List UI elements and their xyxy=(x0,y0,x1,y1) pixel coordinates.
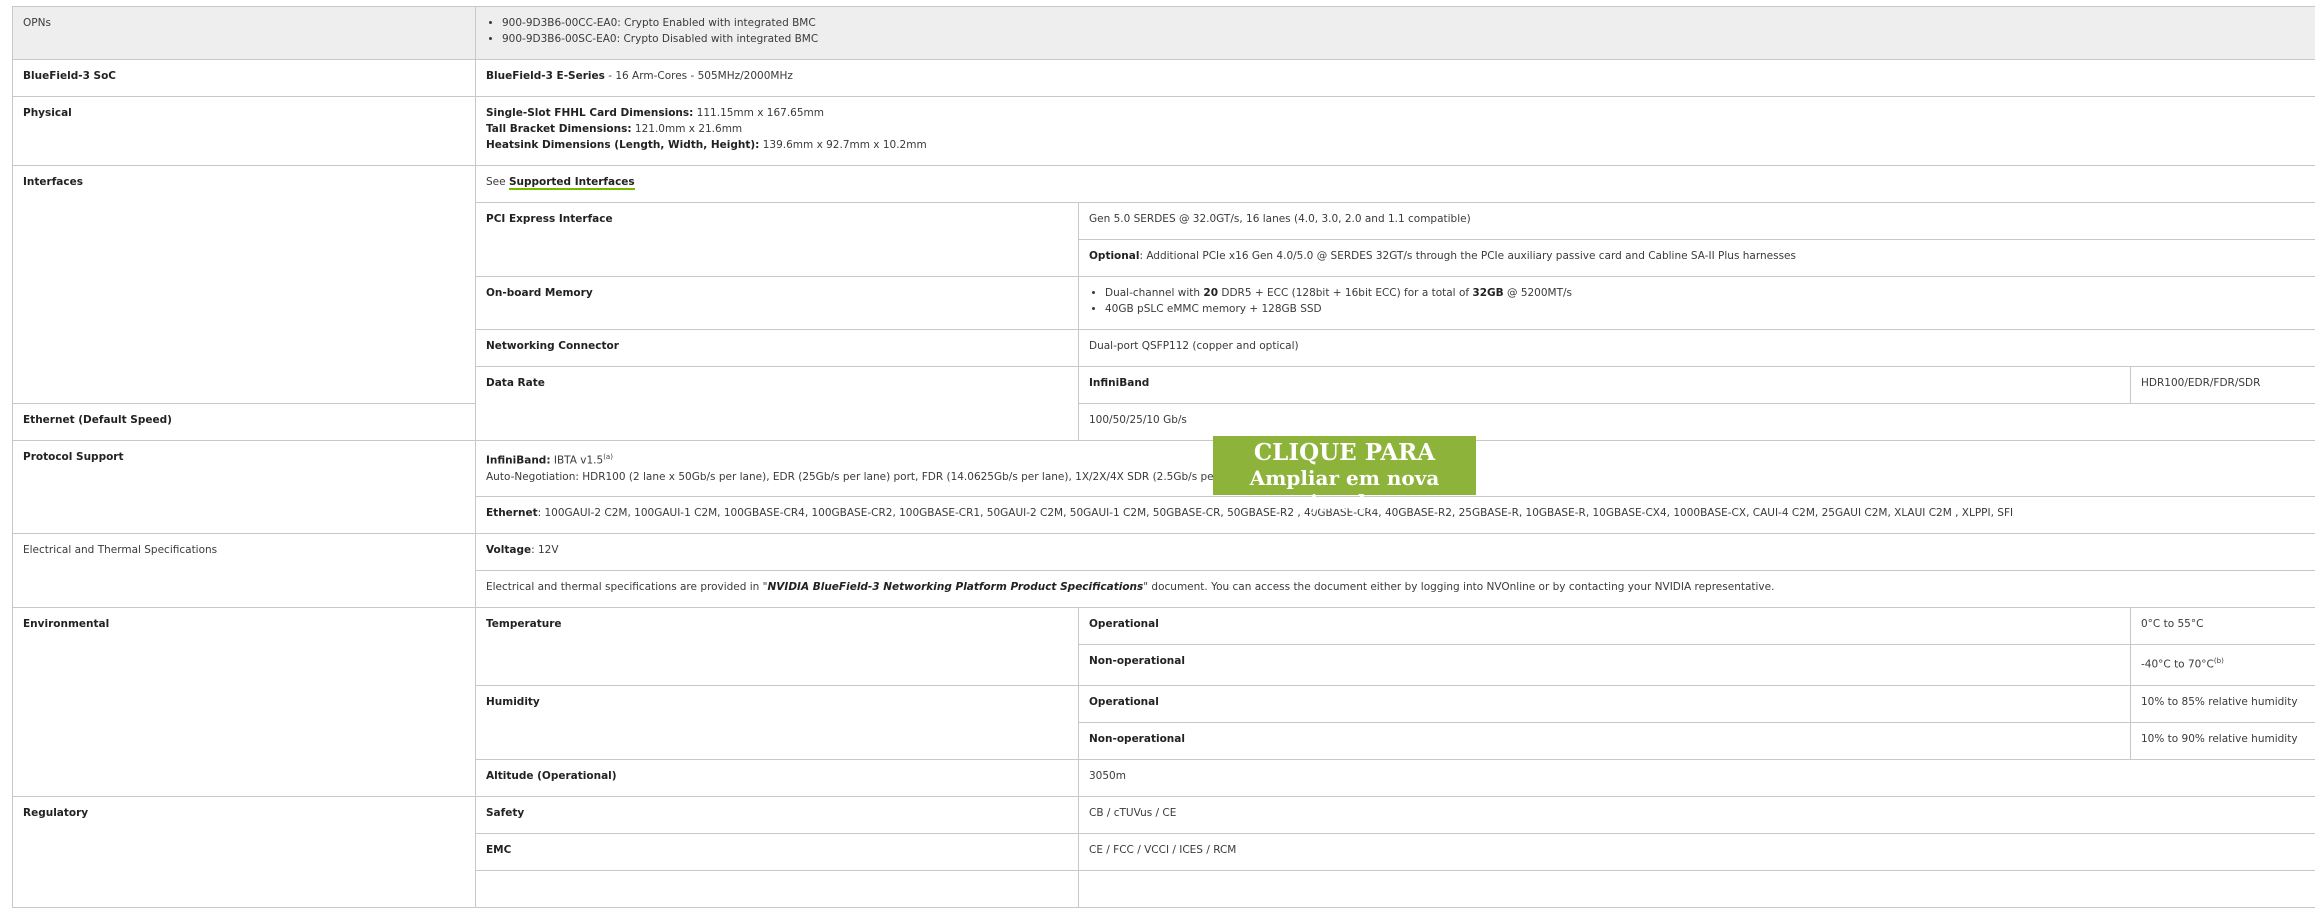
opns-list: 900-9D3B6-00CC-EA0: Crypto Enabled with … xyxy=(486,15,2312,47)
hum-nonoperational-label: Non-operational xyxy=(1079,723,2131,760)
emc-label: EMC xyxy=(476,834,1079,871)
altitude-label: Altitude (Operational) xyxy=(476,760,1079,797)
see-text: See xyxy=(486,176,509,188)
humidity-label: Humidity xyxy=(476,686,1079,760)
bracket-dimensions-label: Tall Bracket Dimensions: xyxy=(486,123,632,135)
memory-value: Dual-channel with 20 DDR5 + ECC (128bit … xyxy=(1079,277,2315,330)
soc-label: BlueField-3 SoC xyxy=(13,60,476,97)
hum-nonoperational-value: 10% to 90% relative humidity xyxy=(2131,723,2315,760)
physical-value: Single-Slot FHHL Card Dimensions: 111.15… xyxy=(476,97,2315,166)
protocol-label: Protocol Support xyxy=(13,441,476,534)
spec-document-title: NVIDIA BlueField-3 Networking Platform P… xyxy=(768,581,1144,593)
pcie-value: Gen 5.0 SERDES @ 32.0GT/s, 16 lanes (4.0… xyxy=(1079,203,2315,240)
datarate-ib-value: HDR100/EDR/FDR/SDR xyxy=(2131,367,2315,404)
interfaces-label: Interfaces xyxy=(13,166,476,404)
row-soc: BlueField-3 SoC BlueField-3 E-Series - 1… xyxy=(13,60,2315,97)
hum-operational-value: 10% to 85% relative humidity xyxy=(2131,686,2315,723)
hum-operational-label: Operational xyxy=(1079,686,2131,723)
list-item: 900-9D3B6-00CC-EA0: Crypto Enabled with … xyxy=(502,15,2312,31)
emc-value: CE / FCC / VCCI / ICES / RCM xyxy=(1079,834,2315,871)
row-protocol-ib: Protocol Support InfiniBand: IBTA v1.5(a… xyxy=(13,441,2315,497)
temp-operational-value: 0°C to 55°C xyxy=(2131,608,2315,645)
row-physical: Physical Single-Slot FHHL Card Dimension… xyxy=(13,97,2315,166)
footnote-b: (b) xyxy=(2214,657,2224,665)
temp-nonoperational-value: -40°C to 70°C(b) xyxy=(2131,645,2315,686)
temperature-label: Temperature xyxy=(476,608,1079,686)
footnote-a: (a) xyxy=(603,453,613,461)
voltage-text: : 12V xyxy=(531,544,558,556)
altitude-value: 3050m xyxy=(1079,760,2315,797)
safety-label: Safety xyxy=(476,797,1079,834)
optional-text: : Additional PCIe x16 Gen 4.0/5.0 @ SERD… xyxy=(1139,250,1796,262)
memory-label: On-board Memory xyxy=(476,277,1079,330)
card-dimensions-label: Single-Slot FHHL Card Dimensions: xyxy=(486,107,693,119)
soc-series: BlueField-3 E-Series xyxy=(486,70,605,82)
soc-value: BlueField-3 E-Series - 16 Arm-Cores - 50… xyxy=(476,60,2315,97)
datarate-ib-label: InfiniBand xyxy=(1079,367,2131,404)
list-item: 40GB pSLC eMMC memory + 128GB SSD xyxy=(1105,301,2312,317)
networking-value: Dual-port QSFP112 (copper and optical) xyxy=(1079,330,2315,367)
overlay-line-1: CLIQUE PARA xyxy=(1213,439,1476,466)
temp-operational-label: Operational xyxy=(1079,608,2131,645)
voltage-label: Voltage xyxy=(486,544,531,556)
protocol-ib-label: InfiniBand: xyxy=(486,455,551,467)
voltage-value: Voltage: 12V xyxy=(476,534,2315,571)
safety-value: CB / cTUVus / CE xyxy=(1079,797,2315,834)
row-datarate-eth: Ethernet (Default Speed) 100/50/25/10 Gb… xyxy=(13,404,2315,441)
specifications-table: OPNs 900-9D3B6-00CC-EA0: Crypto Enabled … xyxy=(12,6,2315,908)
optional-label: Optional xyxy=(1089,250,1139,262)
electrical-label: Electrical and Thermal Specifications xyxy=(13,534,476,608)
interfaces-see: See Supported Interfaces xyxy=(476,166,2315,203)
card-dimensions-value: 111.15mm x 167.65mm xyxy=(693,107,824,119)
physical-label: Physical xyxy=(13,97,476,166)
pcie-optional: Optional: Additional PCIe x16 Gen 4.0/5.… xyxy=(1079,240,2315,277)
heatsink-dimensions-value: 139.6mm x 92.7mm x 10.2mm xyxy=(759,139,926,151)
datarate-eth-value: 100/50/25/10 Gb/s xyxy=(1079,404,2315,441)
bracket-dimensions-value: 121.0mm x 21.6mm xyxy=(632,123,743,135)
list-item: 900-9D3B6-00SC-EA0: Crypto Disabled with… xyxy=(502,31,2312,47)
row-opns: OPNs 900-9D3B6-00CC-EA0: Crypto Enabled … xyxy=(13,7,2315,60)
opns-list-cell: 900-9D3B6-00CC-EA0: Crypto Enabled with … xyxy=(476,7,2315,60)
temp-nonop-text: -40°C to 70°C xyxy=(2141,659,2214,671)
heatsink-dimensions-label: Heatsink Dimensions (Length, Width, Heig… xyxy=(486,139,759,151)
protocol-ib-version: IBTA v1.5 xyxy=(551,455,604,467)
pcie-label: PCI Express Interface xyxy=(476,203,1079,277)
networking-label: Networking Connector xyxy=(476,330,1079,367)
row-temp-op: Environmental Temperature Operational 0°… xyxy=(13,608,2315,645)
memory-list: Dual-channel with 20 DDR5 + ECC (128bit … xyxy=(1089,285,2312,317)
datarate-label: Data Rate xyxy=(476,367,1079,441)
regulatory-label: Regulatory xyxy=(13,797,476,908)
row-interfaces: Interfaces See Supported Interfaces xyxy=(13,166,2315,203)
opns-label: OPNs xyxy=(13,7,476,60)
protocol-eth-label: Ethernet xyxy=(486,507,538,519)
electrical-note: Electrical and thermal specifications ar… xyxy=(476,571,2315,608)
environmental-label: Environmental xyxy=(13,608,476,797)
list-item: Dual-channel with 20 DDR5 + ECC (128bit … xyxy=(1105,285,2312,301)
regulatory-extra-value xyxy=(1079,871,2315,908)
supported-interfaces-link[interactable]: Supported Interfaces xyxy=(509,176,635,190)
overlay-line-2: Ampliar em nova janela xyxy=(1213,466,1476,514)
enlarge-image-overlay-button[interactable]: CLIQUE PARA Ampliar em nova janela xyxy=(1213,436,1476,495)
datarate-eth-label: Ethernet (Default Speed) xyxy=(13,404,476,441)
row-safety: Regulatory Safety CB / cTUVus / CE xyxy=(13,797,2315,834)
temp-nonoperational-label: Non-operational xyxy=(1079,645,2131,686)
regulatory-extra-label xyxy=(476,871,1079,908)
row-voltage: Electrical and Thermal Specifications Vo… xyxy=(13,534,2315,571)
soc-details: - 16 Arm-Cores - 505MHz/2000MHz xyxy=(605,70,793,82)
